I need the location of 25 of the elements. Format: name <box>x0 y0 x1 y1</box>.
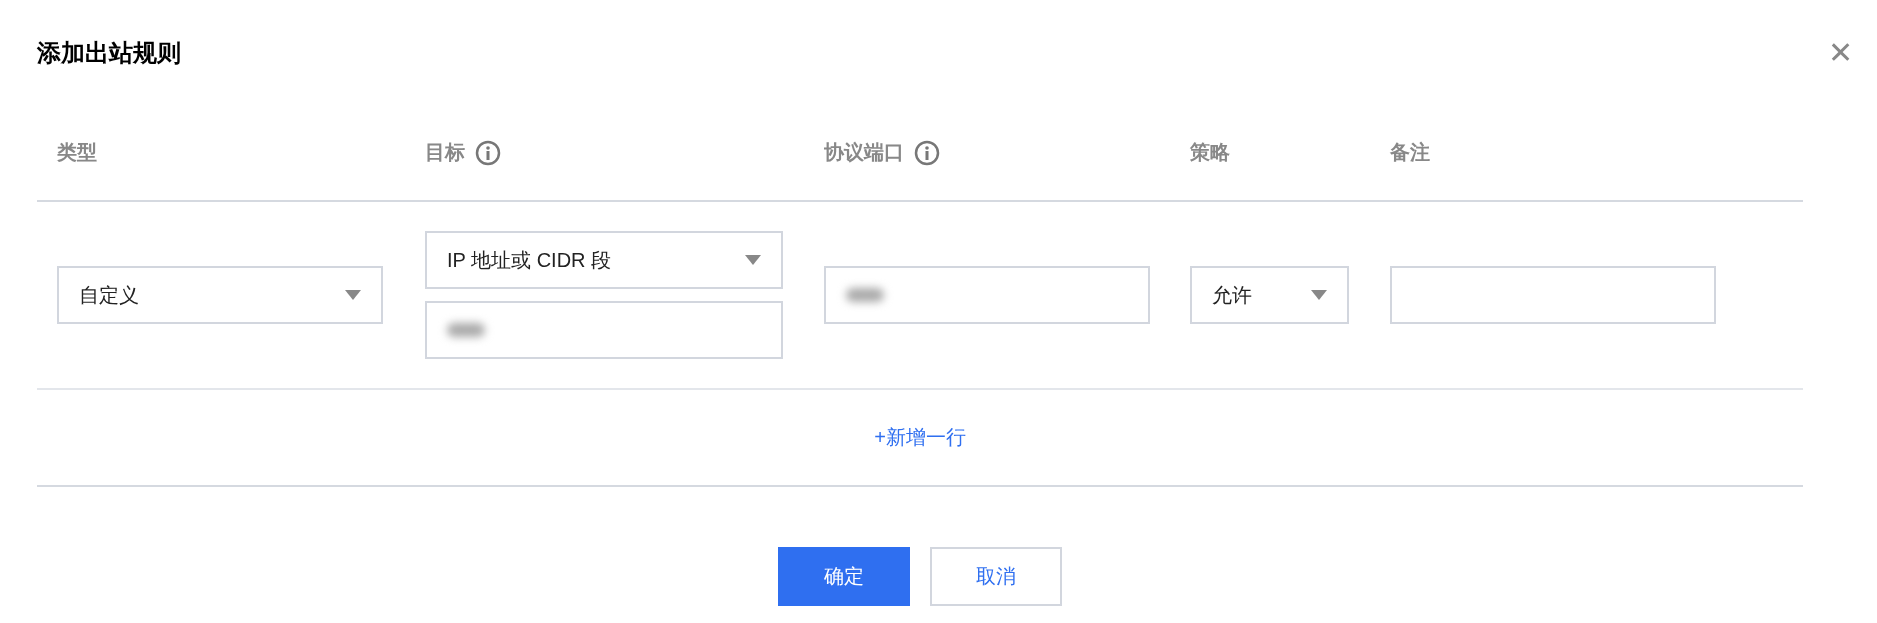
blurred-value <box>846 288 884 302</box>
info-icon <box>475 139 501 166</box>
input-field[interactable] <box>824 266 1150 324</box>
input-field[interactable] <box>425 301 783 359</box>
add-row-link[interactable]: +新增一行 <box>868 423 972 452</box>
dropdown-arrow-icon <box>745 255 761 265</box>
select-field[interactable]: 允许 <box>1190 266 1349 324</box>
cancel-button[interactable]: 取消 <box>930 547 1062 606</box>
select-field[interactable]: 自定义 <box>57 266 383 324</box>
confirm-button[interactable]: 确定 <box>778 547 910 606</box>
dropdown-arrow-icon <box>345 290 361 300</box>
column-header: 协议端口 <box>824 140 904 165</box>
input-field[interactable] <box>1390 266 1716 324</box>
column-header: 类型 <box>57 140 97 165</box>
info-icon <box>914 139 940 166</box>
select-value: 允许 <box>1212 282 1252 308</box>
dropdown-arrow-icon <box>1311 290 1327 300</box>
blurred-value <box>447 323 485 337</box>
select-value: 自定义 <box>79 282 139 308</box>
select-value: IP 地址或 CIDR 段 <box>447 247 612 273</box>
column-header: 备注 <box>1390 140 1430 165</box>
column-header: 目标 <box>425 140 465 165</box>
dialog-title: 添加出站规则 <box>37 37 181 68</box>
select-field[interactable]: IP 地址或 CIDR 段 <box>425 231 783 289</box>
column-header: 策略 <box>1190 140 1230 165</box>
